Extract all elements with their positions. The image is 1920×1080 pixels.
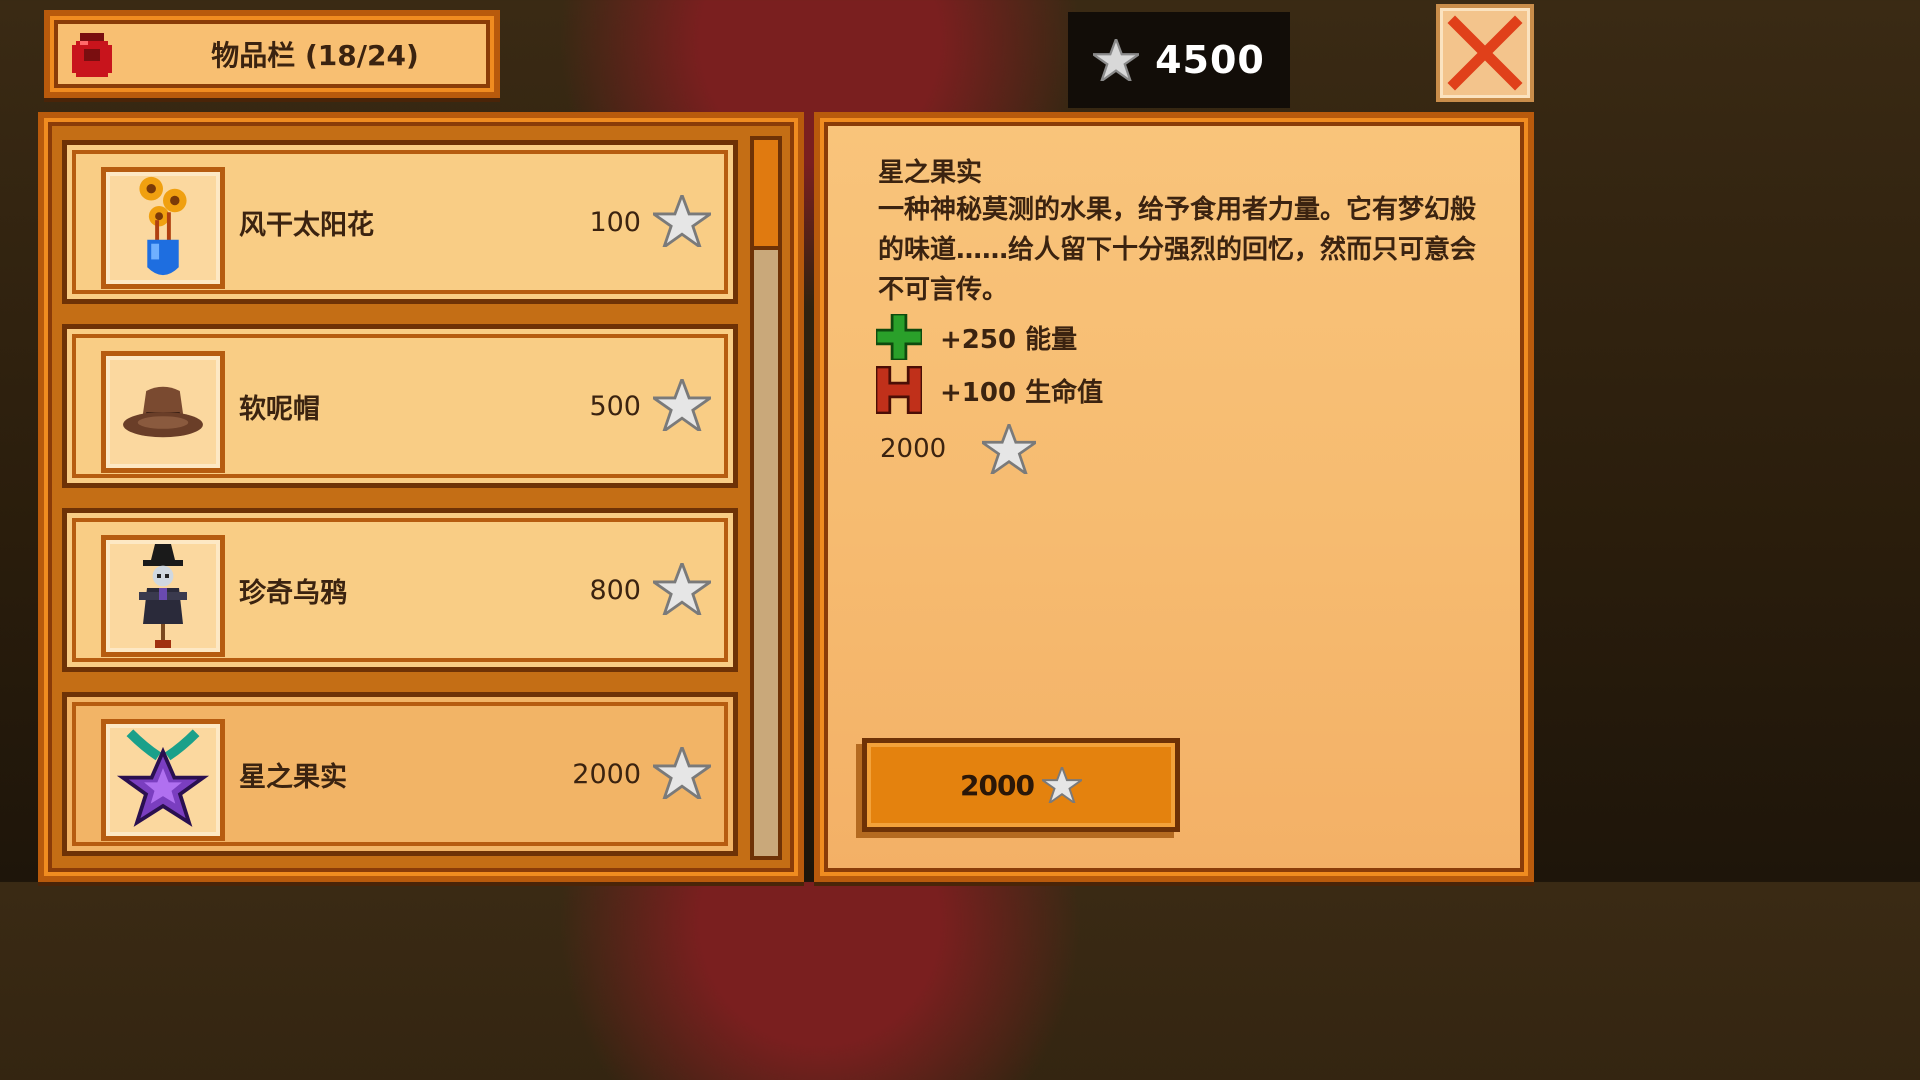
detail-item-description: 一种神秘莫测的水果，给予食用者力量。它有梦幻般的味道……给人留下十分强烈的回忆，…	[878, 195, 1477, 305]
item-price: 2000	[572, 758, 641, 790]
star-token-icon	[1093, 39, 1140, 81]
effect-health: +100 生命值	[876, 366, 1103, 414]
scrollbar-thumb[interactable]	[754, 140, 778, 250]
detail-price-value: 2000	[880, 434, 947, 464]
star-token-icon	[982, 424, 1037, 474]
detail-item-name: 星之果实	[878, 158, 983, 188]
star-token-icon	[653, 379, 711, 431]
shop-item-row[interactable]: 珍奇乌鸦 800	[62, 508, 738, 672]
star-token-icon	[1041, 767, 1082, 803]
shop-item-row[interactable]: 风干太阳花 100	[62, 140, 738, 304]
rarecrow-icon	[139, 544, 187, 648]
health-h-icon	[876, 366, 922, 414]
item-price: 800	[589, 574, 641, 606]
dried-sunflower-vase-icon	[139, 176, 187, 276]
star-token-icon	[653, 563, 711, 615]
energy-plus-icon	[876, 314, 922, 360]
item-icon-box	[101, 351, 225, 473]
star-token-icon	[653, 195, 711, 247]
effect-energy: +250 能量	[876, 314, 1077, 360]
item-icon-box	[101, 719, 225, 841]
item-name: 珍奇乌鸦	[239, 577, 347, 609]
currency-display: 4500	[1068, 12, 1290, 108]
item-price: 100	[589, 206, 641, 238]
currency-amount: 4500	[1155, 38, 1265, 82]
effect-energy-text: +250 能量	[940, 324, 1078, 355]
close-button[interactable]	[1436, 4, 1534, 102]
buy-button[interactable]: 2000	[862, 738, 1180, 832]
item-name: 星之果实	[239, 761, 347, 793]
inventory-tab-label: 物品栏 (18/24)	[211, 39, 419, 72]
buy-button-label: 2000	[960, 768, 1035, 802]
star-token-icon	[653, 747, 711, 799]
effect-health-text: +100 生命值	[940, 377, 1104, 408]
detail-price: 2000	[880, 424, 1037, 474]
stardrop-icon	[116, 729, 210, 827]
inventory-tab[interactable]: 物品栏 (18/24)	[44, 10, 500, 98]
item-name: 软呢帽	[239, 393, 320, 425]
item-price: 500	[589, 390, 641, 422]
item-icon-box	[101, 535, 225, 657]
item-name: 风干太阳花	[239, 209, 374, 241]
close-x-icon	[1447, 15, 1523, 91]
backpack-icon	[72, 33, 112, 77]
shop-item-row[interactable]: 软呢帽 500	[62, 324, 738, 488]
shop-item-row-selected[interactable]: 星之果实 2000	[62, 692, 738, 856]
fedora-hat-icon	[123, 386, 203, 438]
item-icon-box	[101, 167, 225, 289]
